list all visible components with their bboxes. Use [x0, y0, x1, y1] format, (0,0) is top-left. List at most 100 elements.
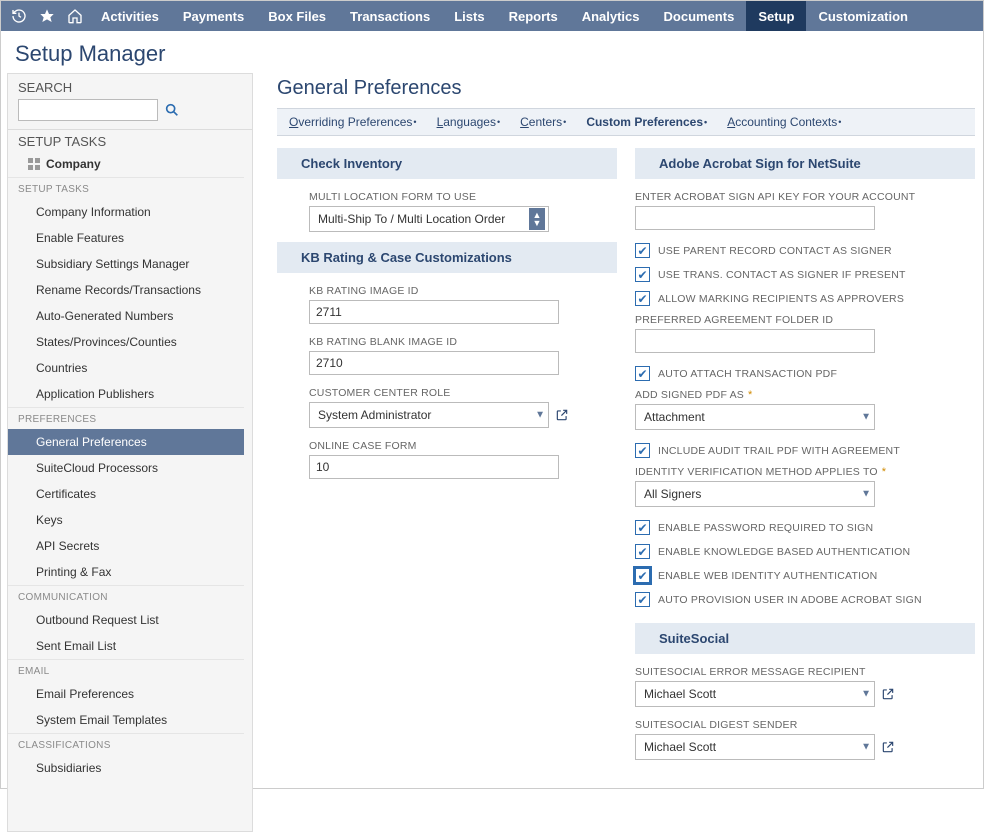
sidebar-item-certificates[interactable]: Certificates: [8, 481, 244, 507]
cb-allow-approvers-label: ALLOW MARKING RECIPIENTS AS APPROVERS: [658, 293, 904, 305]
content-area: General Preferences Overriding Preferenc…: [253, 73, 983, 832]
nav-reports[interactable]: Reports: [497, 1, 570, 31]
sidebar-header-setup-tasks: SETUP TASKS: [8, 177, 244, 199]
content-title: General Preferences: [277, 73, 975, 108]
star-icon[interactable]: [33, 2, 61, 30]
multi-location-label: MULTI LOCATION FORM TO USE: [309, 189, 617, 206]
sidebar-item-auto-generated-numbers[interactable]: Auto-Generated Numbers: [8, 303, 244, 329]
nav-analytics[interactable]: Analytics: [570, 1, 652, 31]
ss-error-label: SUITESOCIAL ERROR MESSAGE RECIPIENT: [635, 664, 975, 681]
sidebar-item-application-publishers[interactable]: Application Publishers: [8, 381, 244, 407]
cb-pwd-required[interactable]: [635, 520, 650, 535]
pref-folder-input[interactable]: [635, 329, 875, 353]
nav-transactions[interactable]: Transactions: [338, 1, 442, 31]
identity-select[interactable]: All Signers: [635, 481, 875, 507]
sidebar-item-sent-email-list[interactable]: Sent Email List: [8, 633, 244, 659]
sidebar-item-statesprovincescounties[interactable]: States/Provinces/Counties: [8, 329, 244, 355]
history-icon[interactable]: [5, 2, 33, 30]
customer-center-select[interactable]: System Administrator: [309, 402, 549, 428]
nav-setup[interactable]: Setup: [746, 1, 806, 31]
sidebar-item-enable-features[interactable]: Enable Features: [8, 225, 244, 251]
cb-kba[interactable]: [635, 544, 650, 559]
search-icon[interactable]: [164, 102, 180, 118]
cb-auto-provision[interactable]: [635, 592, 650, 607]
sidebar-header-communication: COMMUNICATION: [8, 585, 244, 607]
page-title: Setup Manager: [1, 31, 983, 73]
identity-label: IDENTITY VERIFICATION METHOD APPLIES TO*: [635, 464, 975, 481]
cb-parent-signer-label: USE PARENT RECORD CONTACT AS SIGNER: [658, 245, 892, 257]
cb-trans-contact[interactable]: [635, 267, 650, 282]
section-kb-rating: KB Rating & Case Customizations: [277, 242, 617, 273]
nav-payments[interactable]: Payments: [171, 1, 256, 31]
popout-icon[interactable]: [881, 740, 895, 754]
popout-icon[interactable]: [555, 408, 569, 422]
sidebar-item-subsidiaries[interactable]: Subsidiaries: [8, 755, 244, 781]
company-icon: [28, 158, 40, 170]
kb-rating-input[interactable]: [309, 300, 559, 324]
cb-pwd-required-label: ENABLE PASSWORD REQUIRED TO SIGN: [658, 522, 873, 534]
sidebar-item-system-email-templates[interactable]: System Email Templates: [8, 707, 244, 733]
sidebar-item-general-preferences[interactable]: General Preferences: [8, 429, 244, 455]
sidebar-header-email: EMAIL: [8, 659, 244, 681]
right-column: Adobe Acrobat Sign for NetSuite ENTER AC…: [635, 148, 975, 770]
cb-auto-attach[interactable]: [635, 366, 650, 381]
sidebar-item-subsidiary-settings-manager[interactable]: Subsidiary Settings Manager: [8, 251, 244, 277]
nav-documents[interactable]: Documents: [652, 1, 747, 31]
add-signed-select[interactable]: Attachment: [635, 404, 875, 430]
sidebar-company-row[interactable]: Company: [8, 153, 244, 177]
sidebar-item-suitecloud-processors[interactable]: SuiteCloud Processors: [8, 455, 244, 481]
cb-audit-trail-label: INCLUDE AUDIT TRAIL PDF WITH AGREEMENT: [658, 445, 900, 457]
home-icon[interactable]: [61, 2, 89, 30]
sidebar-company-label: Company: [46, 157, 101, 171]
sidebar-item-company-information[interactable]: Company Information: [8, 199, 244, 225]
sidebar-item-rename-recordstransactions[interactable]: Rename Records/Transactions: [8, 277, 244, 303]
subtab-accounting-contexts[interactable]: Accounting Contexts•: [727, 115, 841, 129]
subtab-custom-preferences[interactable]: Custom Preferences•: [586, 115, 707, 129]
nav-lists[interactable]: Lists: [442, 1, 496, 31]
cb-kba-label: ENABLE KNOWLEDGE BASED AUTHENTICATION: [658, 546, 910, 558]
sidebar-search-input[interactable]: [18, 99, 158, 121]
pref-folder-label: PREFERRED AGREEMENT FOLDER ID: [635, 312, 975, 329]
subtab-centers[interactable]: Centers•: [520, 115, 566, 129]
cb-web-identity[interactable]: [635, 568, 650, 583]
left-column: Check Inventory MULTI LOCATION FORM TO U…: [277, 148, 617, 770]
sidebar-item-printing-fax[interactable]: Printing & Fax: [8, 559, 244, 585]
nav-box-files[interactable]: Box Files: [256, 1, 338, 31]
add-signed-label: ADD SIGNED PDF AS*: [635, 387, 975, 404]
cb-parent-signer[interactable]: [635, 243, 650, 258]
online-case-input[interactable]: [309, 455, 559, 479]
sidebar-item-keys[interactable]: Keys: [8, 507, 244, 533]
subtab-overriding-preferences[interactable]: Overriding Preferences•: [289, 115, 417, 129]
sidebar-search-header: SEARCH: [8, 74, 252, 99]
sidebar: SEARCH SETUP TASKS Company SETUP TASKSCo…: [7, 73, 253, 832]
customer-center-label: CUSTOMER CENTER ROLE: [309, 385, 617, 402]
section-acrobat: Adobe Acrobat Sign for NetSuite: [635, 148, 975, 179]
cb-allow-approvers[interactable]: [635, 291, 650, 306]
kb-rating-blank-input[interactable]: [309, 351, 559, 375]
sidebar-item-outbound-request-list[interactable]: Outbound Request List: [8, 607, 244, 633]
cb-web-identity-label: ENABLE WEB IDENTITY AUTHENTICATION: [658, 570, 877, 582]
ss-error-select[interactable]: Michael Scott: [635, 681, 875, 707]
sidebar-header-classifications: CLASSIFICATIONS: [8, 733, 244, 755]
api-key-input[interactable]: [635, 206, 875, 230]
top-nav: ActivitiesPaymentsBox FilesTransactionsL…: [1, 1, 983, 31]
popout-icon[interactable]: [881, 687, 895, 701]
sidebar-item-email-preferences[interactable]: Email Preferences: [8, 681, 244, 707]
section-check-inventory: Check Inventory: [277, 148, 617, 179]
ss-digest-select[interactable]: Michael Scott: [635, 734, 875, 760]
nav-activities[interactable]: Activities: [89, 1, 171, 31]
sidebar-tasks-header: SETUP TASKS: [8, 129, 252, 153]
sidebar-item-api-secrets[interactable]: API Secrets: [8, 533, 244, 559]
sidebar-header-preferences: PREFERENCES: [8, 407, 244, 429]
cb-trans-contact-label: USE TRANS. CONTACT AS SIGNER IF PRESENT: [658, 269, 906, 281]
api-key-label: ENTER ACROBAT SIGN API KEY FOR YOUR ACCO…: [635, 189, 975, 206]
subtabs: Overriding Preferences• Languages• Centers…: [277, 108, 975, 136]
cb-auto-provision-label: AUTO PROVISION USER IN ADOBE ACROBAT SIG…: [658, 594, 922, 606]
subtab-languages[interactable]: Languages•: [437, 115, 501, 129]
multi-location-select[interactable]: Multi-Ship To / Multi Location Order: [309, 206, 549, 232]
online-case-label: ONLINE CASE FORM: [309, 438, 617, 455]
cb-audit-trail[interactable]: [635, 443, 650, 458]
ss-digest-label: SUITESOCIAL DIGEST SENDER: [635, 717, 975, 734]
nav-customization[interactable]: Customization: [806, 1, 920, 31]
sidebar-item-countries[interactable]: Countries: [8, 355, 244, 381]
